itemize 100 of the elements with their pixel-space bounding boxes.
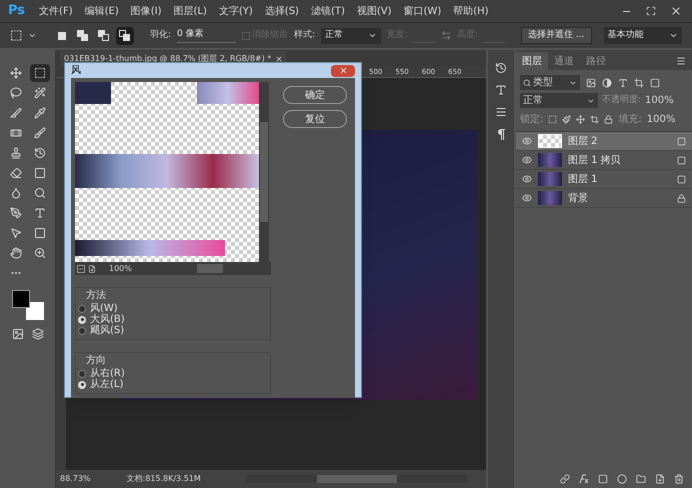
search-icon xyxy=(523,78,531,86)
layer-row[interactable]: 图层 1 xyxy=(516,170,692,189)
panel-tab[interactable]: 通道 xyxy=(548,52,580,70)
menu-item[interactable]: 帮助(H) xyxy=(447,4,495,18)
marquee-icon[interactable] xyxy=(30,64,50,82)
layer-name: 图层 1 拷贝 xyxy=(568,154,622,168)
opacity-label: 不透明度: xyxy=(602,94,642,107)
workspace-dropdown[interactable]: 基本功能 xyxy=(604,27,682,44)
layer-row[interactable]: 背景 xyxy=(516,189,692,208)
caret-icon xyxy=(368,31,377,40)
zoom-out-icon[interactable] xyxy=(77,264,85,272)
layer-row[interactable]: 图层 1 拷贝 xyxy=(516,151,692,170)
caret-icon[interactable] xyxy=(28,31,37,40)
fx-icon[interactable] xyxy=(579,474,589,484)
filter-dropdown[interactable]: 类型 xyxy=(520,75,580,90)
close-button[interactable] xyxy=(331,64,355,76)
radio-label: 飓风(S) xyxy=(90,324,124,338)
foreground-color-swatch[interactable] xyxy=(12,290,30,308)
radio-button[interactable] xyxy=(78,326,86,334)
app-logo: Ps xyxy=(7,2,26,20)
menu-item[interactable]: 编辑(E) xyxy=(78,4,125,18)
smart-filter-icon[interactable] xyxy=(650,78,660,88)
layer-name: 背景 xyxy=(568,192,589,206)
menu-item[interactable]: 选择(S) xyxy=(258,4,305,18)
mask-icon[interactable] xyxy=(598,474,608,484)
visibility-icon[interactable] xyxy=(522,136,532,146)
close-icon[interactable] xyxy=(275,54,284,62)
radio-button[interactable] xyxy=(78,316,86,324)
swap-icon[interactable] xyxy=(440,30,452,41)
blend-mode-dropdown[interactable]: 正常 xyxy=(520,93,598,108)
menu-item[interactable]: 图像(I) xyxy=(124,4,168,18)
visibility-icon[interactable] xyxy=(522,193,532,203)
feather-label: 羽化: xyxy=(150,28,172,42)
quick-mask-icon[interactable] xyxy=(12,328,24,340)
dialog-button[interactable]: 确定 xyxy=(283,86,347,104)
group-title: 方法 xyxy=(85,288,107,303)
group-title: 方向 xyxy=(85,354,107,368)
folder-icon[interactable] xyxy=(636,474,646,484)
adjustment-filter-icon[interactable] xyxy=(602,78,612,88)
pixel-filter-icon[interactable] xyxy=(586,78,596,88)
radio-label: 从右(R) xyxy=(90,366,125,379)
shape-filter-icon[interactable] xyxy=(634,78,644,88)
character-icon[interactable] xyxy=(495,84,507,96)
caret-icon xyxy=(669,31,678,40)
panel-tab[interactable]: 路径 xyxy=(580,52,612,70)
close-icon[interactable] xyxy=(670,5,682,17)
visibility-icon[interactable] xyxy=(522,155,532,165)
lock-artboard-icon[interactable] xyxy=(590,115,600,124)
opacity-field[interactable]: 100% xyxy=(645,93,674,108)
trash-icon[interactable] xyxy=(674,474,684,484)
dialog-title: 风 xyxy=(71,64,81,78)
menu-item[interactable]: 文件(F) xyxy=(33,4,79,18)
history-icon[interactable] xyxy=(495,62,507,74)
panel-menu-icon[interactable] xyxy=(676,56,686,66)
menu-item[interactable]: 文字(Y) xyxy=(212,4,259,18)
fill-label: 填充: xyxy=(618,112,642,127)
zoom-in-icon[interactable] xyxy=(88,264,96,272)
radio-label: 从左(L) xyxy=(90,378,124,392)
radio-button[interactable] xyxy=(78,370,86,378)
paragraph-style-icon[interactable] xyxy=(495,106,507,118)
zoom-level[interactable]: 88.73% xyxy=(60,473,91,485)
layer-name: 图层 1 xyxy=(568,172,599,186)
feather-field[interactable]: 0 像素 xyxy=(177,28,236,43)
fill-field[interactable]: 100% xyxy=(646,112,676,127)
layer-name: 图层 2 xyxy=(568,134,599,148)
adjustment-icon[interactable] xyxy=(617,474,627,484)
marquee-preset-icon[interactable] xyxy=(10,29,22,42)
radio-button[interactable] xyxy=(78,380,86,388)
selection-mode-icon[interactable] xyxy=(116,26,134,44)
radio-label: 大风(B) xyxy=(90,312,125,325)
lock-position-icon[interactable] xyxy=(576,115,586,124)
background-color-swatch[interactable] xyxy=(26,302,44,320)
radio-label: 风(W) xyxy=(90,302,118,314)
type-filter-icon[interactable] xyxy=(618,78,628,88)
style-dropdown[interactable]: 正常 xyxy=(321,28,381,44)
lock-pixels-icon[interactable] xyxy=(548,115,558,124)
layer-thumbnail xyxy=(538,172,562,186)
style-label: 样式: xyxy=(294,28,316,42)
radio-button[interactable] xyxy=(78,304,86,312)
panel-tab[interactable]: 图层 xyxy=(516,52,548,70)
link-icon[interactable] xyxy=(560,474,570,484)
lock-brush-icon[interactable] xyxy=(562,115,572,124)
new-layer-icon[interactable] xyxy=(655,474,665,484)
layer-thumbnail xyxy=(538,191,562,205)
vertical-scrollbar[interactable] xyxy=(259,82,269,262)
layer-row[interactable]: 图层 2 xyxy=(516,132,692,151)
menu-item[interactable]: 窗口(W) xyxy=(398,4,448,18)
menu-item[interactable]: 图层(L) xyxy=(168,4,213,18)
menu-item[interactable]: 视图(V) xyxy=(350,4,398,18)
visibility-icon[interactable] xyxy=(522,174,532,184)
dialog-button[interactable]: 复位 xyxy=(283,110,347,128)
menu-item[interactable]: 滤镜(T) xyxy=(304,4,351,18)
horizontal-scrollbar[interactable] xyxy=(246,475,467,483)
zoom-field[interactable]: 100% xyxy=(109,262,147,274)
layer-thumbnail xyxy=(538,153,562,167)
select-and-mask-button[interactable]: 选择并遮住 ... xyxy=(521,27,592,44)
screen-mode-icon[interactable] xyxy=(32,328,44,340)
lock-all-icon[interactable] xyxy=(604,115,614,124)
pilcrow-icon[interactable] xyxy=(496,128,506,140)
maximize-icon[interactable] xyxy=(646,6,656,16)
